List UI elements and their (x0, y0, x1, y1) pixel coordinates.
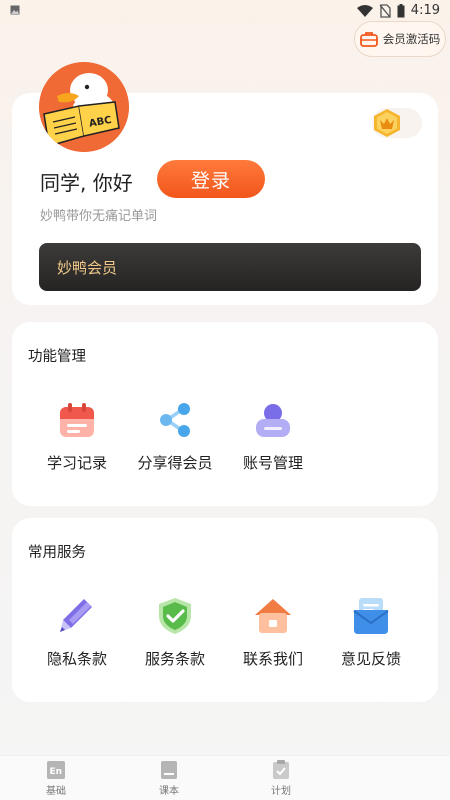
clipboard-icon (273, 760, 289, 779)
bottom-tab-bar: En 基础 课本 计划 (0, 755, 450, 800)
study-record-label: 学习记录 (46, 454, 107, 472)
status-time: 4:19 (410, 3, 440, 18)
tab-basics[interactable]: En 基础 (26, 760, 86, 797)
avatar[interactable]: ABC (39, 62, 129, 152)
briefcase-icon (359, 32, 378, 47)
tab-plan-label: 计划 (271, 786, 291, 797)
contact-us-item[interactable]: 联系我们 (224, 594, 322, 669)
feedback-label: 意见反馈 (340, 650, 401, 668)
tab-textbook-label: 课本 (159, 786, 179, 797)
greeting-text: 同学, 你好 (40, 171, 133, 195)
tab-plan[interactable]: 计划 (251, 760, 311, 797)
account-management-label: 账号管理 (242, 454, 303, 472)
function-section-title: 功能管理 (28, 349, 86, 365)
calendar-icon (60, 403, 94, 437)
tab-textbook[interactable]: 课本 (139, 760, 199, 797)
vip-label: 妙鸭会员 (57, 258, 118, 277)
activation-code-label: 会员激活码 (382, 32, 441, 46)
battery-icon (397, 3, 405, 17)
crown-icon (374, 109, 400, 137)
share-membership-label: 分享得会员 (137, 454, 213, 472)
shield-check-icon (159, 598, 191, 634)
share-membership-item[interactable]: 分享得会员 (126, 398, 224, 473)
status-bar: 4:19 (0, 0, 450, 22)
textbook-icon (161, 761, 177, 779)
member-badge[interactable] (372, 108, 422, 138)
account-management-item[interactable]: 账号管理 (224, 398, 322, 473)
function-management-card: 功能管理 学习记录 分享得会员 账号管理 (12, 322, 438, 506)
services-section-title: 常用服务 (28, 545, 86, 561)
house-icon (255, 599, 291, 633)
privacy-policy-label: 隐私条款 (46, 650, 107, 668)
login-button[interactable]: 登录 (157, 160, 265, 198)
image-notification-icon (10, 5, 20, 15)
no-sim-icon (379, 3, 391, 18)
vip-membership-bar[interactable]: 妙鸭会员 (39, 243, 421, 291)
en-book-icon: En (47, 761, 65, 779)
mail-icon (353, 598, 389, 634)
share-icon (160, 403, 190, 437)
user-icon (256, 404, 290, 437)
duck-mascot-icon: ABC (39, 62, 129, 152)
common-services-card: 常用服务 隐私条款 服务条款 联系我们 意见反馈 (12, 518, 438, 702)
study-record-item[interactable]: 学习记录 (28, 398, 126, 473)
pencil-icon (60, 599, 92, 632)
svg-text:En: En (50, 767, 63, 777)
privacy-policy-item[interactable]: 隐私条款 (28, 594, 126, 669)
terms-of-service-item[interactable]: 服务条款 (126, 594, 224, 669)
feedback-item[interactable]: 意见反馈 (322, 594, 420, 669)
slogan-text: 妙鸭带你无痛记单词 (40, 209, 158, 224)
activation-code-button[interactable]: 会员激活码 (354, 21, 446, 57)
terms-of-service-label: 服务条款 (144, 650, 205, 668)
contact-us-label: 联系我们 (242, 650, 303, 668)
wifi-icon (356, 4, 373, 17)
tab-basics-label: 基础 (46, 786, 66, 797)
